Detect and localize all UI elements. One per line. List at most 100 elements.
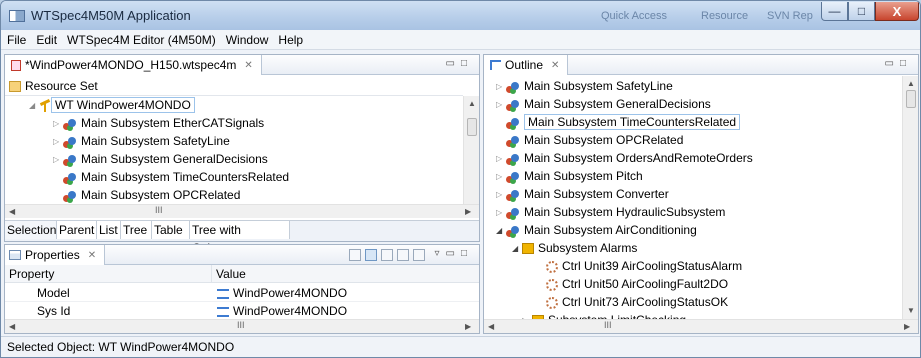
scroll-right-icon[interactable]: ▶ [904, 322, 910, 331]
scrollbar-grip[interactable]: III [155, 205, 163, 215]
chevron-down-icon[interactable]: ◢ [29, 97, 39, 115]
properties-view-menu-icons[interactable]: ▿▭□ [434, 248, 473, 259]
tree-item-safetyline[interactable]: ▷ Main Subsystem SafetyLine [53, 132, 230, 150]
menu-file[interactable]: File [7, 33, 26, 47]
scroll-right-icon[interactable]: ▶ [465, 322, 471, 331]
chevron-right-icon[interactable]: ▷ [53, 151, 63, 169]
scrollbar-grip[interactable]: III [604, 320, 612, 330]
chevron-right-icon[interactable]: ▷ [496, 78, 506, 96]
outline-item-hydraulicsubsystem[interactable]: ▷ Main Subsystem HydraulicSubsystem [496, 203, 725, 221]
close-icon[interactable]: ✕ [551, 60, 559, 71]
title-bar[interactable]: WTSpec4M50M Application Quick Access Res… [1, 1, 920, 30]
chevron-right-icon[interactable]: ▷ [496, 186, 506, 204]
advanced-icon[interactable] [397, 249, 409, 261]
property-value: WindPower4MONDO [217, 302, 347, 320]
tab-table[interactable]: Table [152, 221, 190, 239]
chevron-down-icon[interactable]: ◢ [512, 240, 522, 258]
menu-edit[interactable]: Edit [36, 33, 57, 47]
chevron-right-icon[interactable]: ▷ [496, 168, 506, 186]
tab-tree[interactable]: Tree [121, 221, 152, 239]
outline-item-ctrl-unit50[interactable]: Ctrl Unit50 AirCoolingFault2DO [546, 275, 728, 293]
properties-tab[interactable]: Properties ✕ [5, 245, 106, 265]
tree-item-ethercatsignals[interactable]: ▷ Main Subsystem EtherCATSignals [53, 114, 264, 132]
properties-horizontal-scrollbar[interactable]: ◀ III ▶ [5, 319, 479, 333]
menu-help[interactable]: Help [278, 33, 303, 47]
scroll-right-icon[interactable]: ▶ [465, 207, 471, 216]
outline-item-ordersandremoteorders[interactable]: ▷ Main Subsystem OrdersAndRemoteOrders [496, 149, 753, 167]
tree-item-timecountersrelated[interactable]: Main Subsystem TimeCountersRelated [63, 168, 289, 186]
scroll-down-icon[interactable]: ▼ [907, 306, 915, 315]
chevron-down-icon[interactable]: ◢ [496, 222, 506, 240]
scrollbar-grip[interactable]: III [237, 320, 245, 330]
window-title: WTSpec4M50M Application [31, 8, 191, 23]
scroll-left-icon[interactable]: ◀ [9, 322, 15, 331]
minimize-button[interactable]: — [821, 2, 848, 21]
outline-item-safetyline[interactable]: ▷ Main Subsystem SafetyLine [496, 77, 673, 95]
outline-vertical-scrollbar[interactable]: ▲ ▼ [902, 76, 918, 319]
outline-tab-label: Outline [505, 58, 544, 72]
outline-item-subsystem-alarms[interactable]: ◢ Subsystem Alarms [512, 239, 637, 257]
editor-minimize-maximize-icons[interactable]: ▭□ [446, 58, 474, 69]
menu-wtspec4m-editor[interactable]: WTSpec4M Editor (4M50M) [67, 33, 216, 47]
outline-item-converter[interactable]: ▷ Main Subsystem Converter [496, 185, 669, 203]
tab-list[interactable]: List [97, 221, 121, 239]
close-icon[interactable]: ✕ [244, 60, 252, 71]
editor-vertical-scrollbar[interactable]: ▲ [463, 96, 479, 204]
subsystem-icon [506, 207, 520, 219]
property-row[interactable]: Model WindPower4MONDO [5, 284, 479, 302]
pin-icon[interactable] [349, 249, 361, 261]
scrollbar-thumb[interactable] [467, 118, 477, 136]
resource-set-row[interactable]: Resource Set [9, 77, 98, 95]
tab-selection[interactable]: Selection [5, 221, 57, 239]
outline-item-label: Main Subsystem TimeCountersRelated [524, 114, 741, 130]
menu-bar: File Edit WTSpec4M Editor (4M50M) Window… [1, 30, 920, 50]
chevron-right-icon[interactable]: ▷ [53, 115, 63, 133]
outline-item-generaldecisions[interactable]: ▷ Main Subsystem GeneralDecisions [496, 95, 711, 113]
property-row[interactable]: Sys Id WindPower4MONDO [5, 302, 479, 320]
outline-tab[interactable]: Outline ✕ [484, 55, 569, 75]
chevron-right-icon[interactable]: ▷ [496, 150, 506, 168]
properties-pane: Properties ✕ ▿▭□ Property Value Model Wi… [4, 244, 480, 334]
outline-item-ctrl-unit73[interactable]: Ctrl Unit73 AirCoolingStatusOK [546, 293, 728, 311]
close-button[interactable]: X [875, 2, 919, 21]
column-header-property[interactable]: Property [9, 265, 54, 283]
tree-item-wt-windpower4mondo[interactable]: ◢ WT WindPower4MONDO [29, 96, 195, 114]
outline-item-timecountersrelated[interactable]: Main Subsystem TimeCountersRelated [506, 113, 741, 131]
editor-bottom-tabs: Selection Parent List Tree Table Tree wi… [5, 220, 479, 255]
chevron-right-icon[interactable]: ▷ [53, 133, 63, 151]
maximize-button[interactable]: □ [848, 2, 875, 21]
tree-item-generaldecisions[interactable]: ▷ Main Subsystem GeneralDecisions [53, 150, 268, 168]
outline-minimize-maximize-icons[interactable]: ▭□ [885, 58, 913, 69]
restore-default-icon[interactable] [413, 249, 425, 261]
close-icon[interactable]: ✕ [88, 250, 96, 261]
chevron-right-icon[interactable]: ▷ [496, 96, 506, 114]
scroll-left-icon[interactable]: ◀ [488, 322, 494, 331]
outline-item-ctrl-unit39[interactable]: Ctrl Unit39 AirCoolingStatusAlarm [546, 257, 742, 275]
chevron-right-icon[interactable]: ▷ [496, 204, 506, 222]
property-value: WindPower4MONDO [217, 284, 347, 302]
outline-item-pitch[interactable]: ▷ Main Subsystem Pitch [496, 167, 643, 185]
editor-tab[interactable]: *WindPower4MONDO_H150.wtspec4m ✕ [5, 55, 262, 75]
control-unit-icon [546, 278, 558, 291]
application-icon [9, 10, 25, 22]
outline-horizontal-scrollbar[interactable]: ◀ III ▶ [484, 319, 918, 333]
outline-item-opcrelated[interactable]: Main Subsystem OPCRelated [506, 131, 683, 149]
filter-icon[interactable] [381, 249, 393, 261]
subsystem-icon [63, 118, 77, 130]
column-header-value[interactable]: Value [211, 265, 246, 283]
scroll-up-icon[interactable]: ▲ [907, 79, 915, 88]
menu-window[interactable]: Window [226, 33, 269, 47]
tab-parent[interactable]: Parent [57, 221, 97, 239]
editor-horizontal-scrollbar[interactable]: ◀ III ▶ [5, 204, 479, 218]
subsystem-icon [506, 81, 520, 93]
tree-item-opcrelated[interactable]: Main Subsystem OPCRelated [63, 186, 240, 204]
resource-set-icon [9, 81, 21, 93]
tab-tree-with-columns[interactable]: Tree with Columns [190, 221, 290, 255]
scroll-up-icon[interactable]: ▲ [468, 99, 476, 108]
scroll-left-icon[interactable]: ◀ [9, 207, 15, 216]
categories-icon[interactable] [365, 249, 377, 261]
outline-item-airconditioning[interactable]: ◢ Main Subsystem AirConditioning [496, 221, 697, 239]
outline-item-label: Main Subsystem SafetyLine [524, 79, 673, 93]
tree-item-label: Main Subsystem OPCRelated [81, 188, 241, 202]
scrollbar-thumb[interactable] [906, 90, 916, 108]
